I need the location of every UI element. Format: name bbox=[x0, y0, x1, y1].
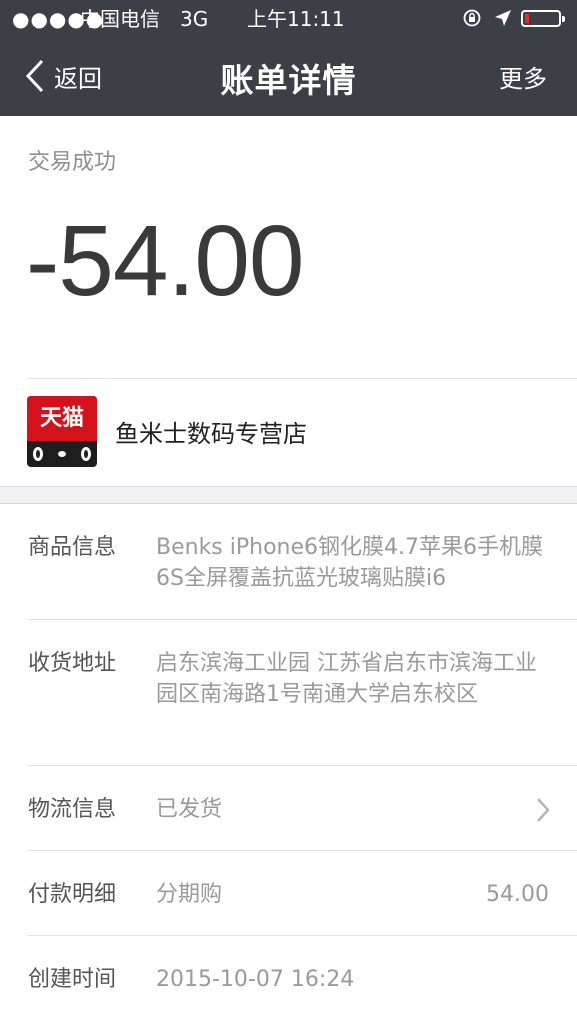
top-bar: ●●●●● 中国电信 3G 上午11:11 返回 账单详情 更多 bbox=[0, 0, 577, 116]
tmall-logo: 天猫 bbox=[27, 396, 97, 467]
shop-name: 鱼米士数码专营店 bbox=[115, 420, 307, 448]
status-bar: ●●●●● 中国电信 3G 上午11:11 bbox=[0, 0, 577, 38]
detail-key: 创建时间 bbox=[28, 967, 117, 992]
detail-key: 付款明细 bbox=[28, 882, 117, 907]
status-time: 上午11:11 bbox=[247, 7, 345, 31]
network-type: 3G bbox=[180, 7, 209, 31]
detail-key: 物流信息 bbox=[28, 797, 117, 822]
tmall-cat-face-icon bbox=[33, 446, 91, 462]
details-list: 商品信息 Benks iPhone6钢化膜4.7苹果6手机膜6S全屏覆盖抗蓝光玻… bbox=[0, 503, 577, 1025]
chevron-right-icon bbox=[537, 798, 550, 822]
detail-value: 2015-10-07 16:24 bbox=[156, 967, 355, 992]
detail-row-address: 收货地址 启东滨海工业园 江苏省启东市滨海工业园区南海路1号南通大学启东校区 bbox=[28, 620, 577, 766]
battery-icon bbox=[521, 10, 565, 27]
battery-level bbox=[525, 14, 529, 23]
detail-key: 商品信息 bbox=[28, 535, 117, 560]
detail-row-created: 创建时间 2015-10-07 16:24 bbox=[28, 936, 577, 1020]
transaction-status: 交易成功 bbox=[28, 150, 117, 175]
location-arrow-icon bbox=[495, 10, 511, 26]
detail-value: 已发货 bbox=[156, 797, 223, 822]
detail-value: 启东滨海工业园 江苏省启东市滨海工业园区南海路1号南通大学启东校区 bbox=[156, 651, 537, 707]
detail-key: 收货地址 bbox=[28, 651, 117, 676]
more-button[interactable]: 更多 bbox=[499, 59, 547, 94]
navigation-bar: 返回 账单详情 更多 bbox=[0, 38, 577, 116]
carrier-name: 中国电信 bbox=[80, 7, 160, 31]
detail-row-payment: 付款明细 分期购 54.00 bbox=[28, 851, 577, 936]
detail-row-product: 商品信息 Benks iPhone6钢化膜4.7苹果6手机膜6S全屏覆盖抗蓝光玻… bbox=[28, 504, 577, 620]
shop-row[interactable]: 天猫 鱼米士数码专营店 bbox=[27, 396, 577, 468]
detail-value: Benks iPhone6钢化膜4.7苹果6手机膜6S全屏覆盖抗蓝光玻璃贴膜i6 bbox=[156, 535, 544, 591]
divider bbox=[28, 378, 577, 379]
transaction-summary: 交易成功 -54.00 天猫 鱼米士数码专营店 bbox=[0, 116, 577, 487]
transaction-amount: -54.00 bbox=[26, 205, 305, 317]
lock-rotation-icon bbox=[463, 9, 481, 27]
tmall-logo-text: 天猫 bbox=[27, 396, 97, 441]
page-title: 账单详情 bbox=[220, 61, 357, 100]
payment-amount: 54.00 bbox=[486, 882, 549, 907]
detail-row-logistics[interactable]: 物流信息 已发货 bbox=[28, 766, 577, 851]
